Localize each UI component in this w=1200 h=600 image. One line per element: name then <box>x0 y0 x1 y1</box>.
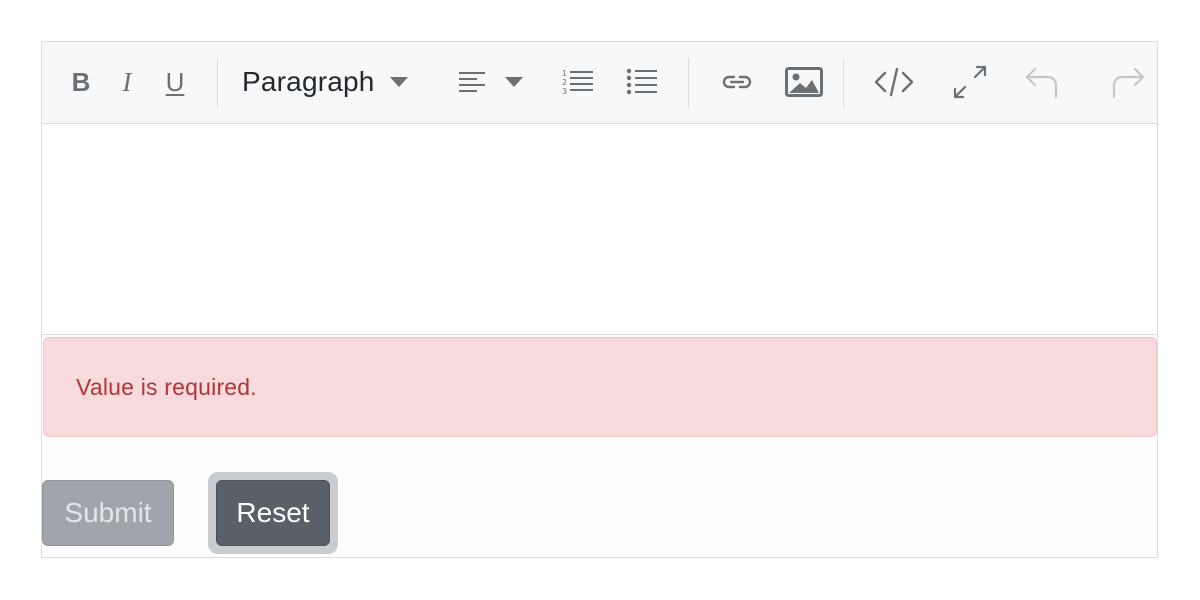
underline-icon: U <box>165 66 185 97</box>
italic-icon: I <box>122 66 132 97</box>
code-icon <box>874 66 914 98</box>
toolbar-divider <box>688 58 689 108</box>
bold-icon: B <box>71 66 91 97</box>
validation-error-message: Value is required. <box>76 373 257 400</box>
submit-button[interactable]: Submit <box>42 480 174 546</box>
svg-text:3: 3 <box>562 87 567 96</box>
bullet-list-icon <box>626 68 658 96</box>
rich-text-editor: B I U Paragraph 1 2 3 Value is required.… <box>41 41 1158 558</box>
toolbar-divider <box>843 58 844 108</box>
text-align-dropdown[interactable] <box>458 62 534 102</box>
italic-button[interactable]: I <box>112 62 142 102</box>
ordered-list-button[interactable]: 1 2 3 <box>558 62 598 102</box>
ordered-list-icon: 1 2 3 <box>562 68 594 96</box>
svg-text:2: 2 <box>562 78 567 87</box>
toolbar-divider <box>217 58 218 108</box>
image-icon <box>785 67 823 97</box>
validation-error-alert: Value is required. <box>43 337 1157 437</box>
insert-image-button[interactable] <box>782 62 826 102</box>
undo-button[interactable] <box>1020 62 1064 102</box>
block-format-dropdown[interactable]: Paragraph <box>242 62 438 102</box>
insert-link-button[interactable] <box>716 62 758 102</box>
code-view-button[interactable] <box>872 62 916 102</box>
underline-button[interactable]: U <box>158 62 192 102</box>
align-left-icon <box>458 70 486 94</box>
editor-content-area[interactable] <box>42 124 1157 335</box>
chevron-down-icon <box>389 76 409 88</box>
svg-text:1: 1 <box>562 69 567 78</box>
fullscreen-button[interactable] <box>948 62 992 102</box>
link-icon <box>721 72 753 92</box>
editor-toolbar: B I U Paragraph 1 2 3 <box>42 42 1157 124</box>
bullet-list-button[interactable] <box>622 62 662 102</box>
expand-icon <box>951 63 989 101</box>
redo-icon <box>1110 65 1146 99</box>
reset-button[interactable]: Reset <box>216 480 330 546</box>
redo-button[interactable] <box>1106 62 1150 102</box>
block-format-label: Paragraph <box>242 66 375 97</box>
chevron-down-icon <box>504 76 524 88</box>
undo-icon <box>1024 65 1060 99</box>
bold-button[interactable]: B <box>64 62 98 102</box>
